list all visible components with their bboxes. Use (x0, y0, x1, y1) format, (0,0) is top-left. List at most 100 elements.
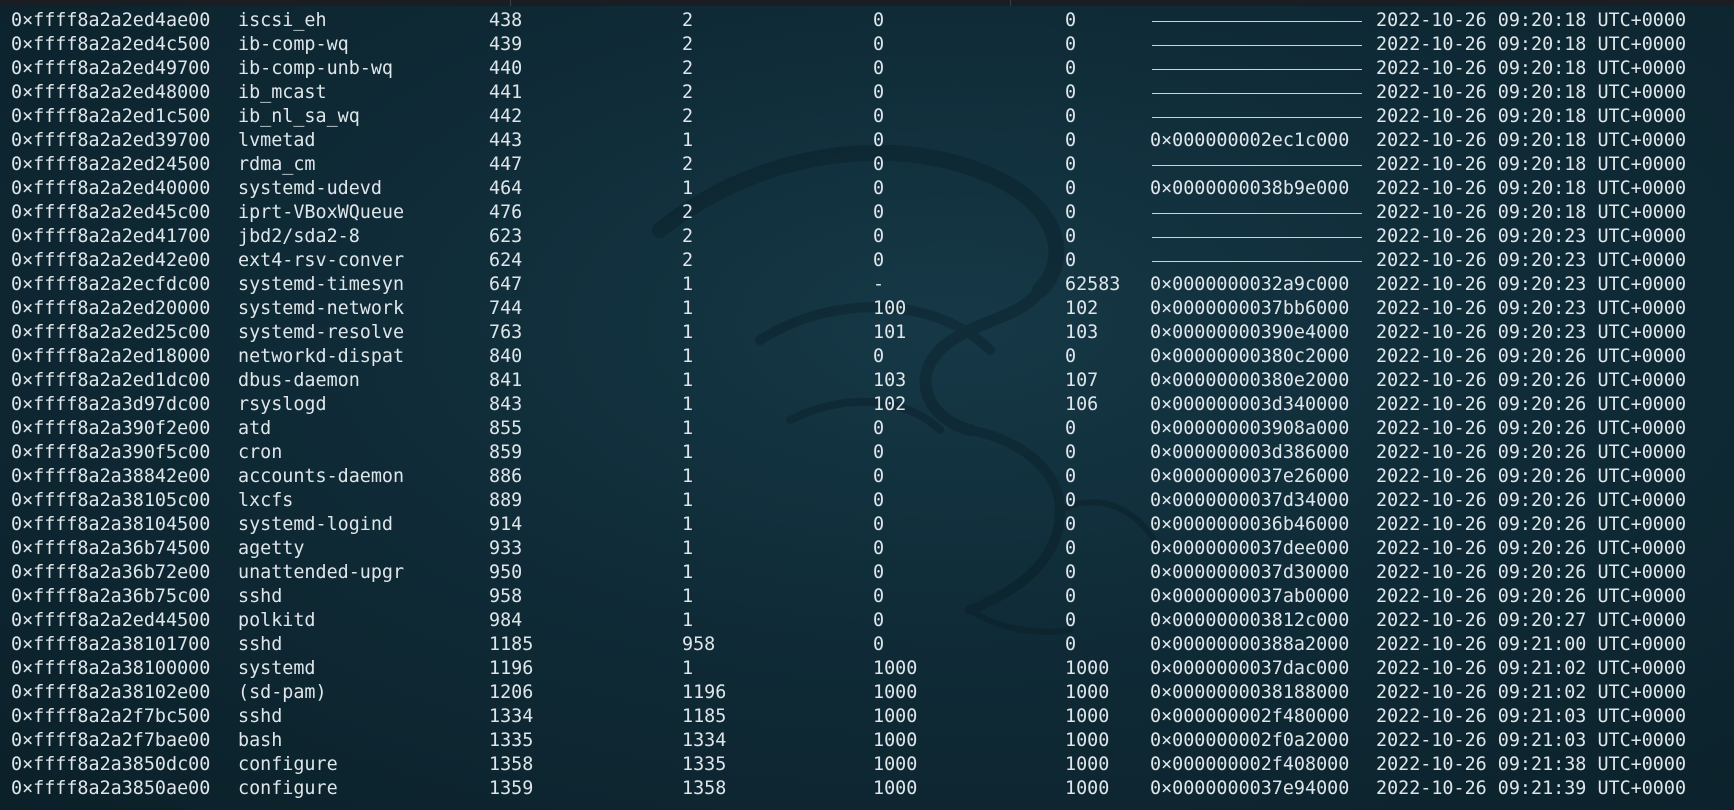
creation-time-cell: 2022-10-26 09:20:26 UTC+0000 (1376, 514, 1687, 535)
ppid-cell: 1 (682, 322, 694, 343)
offset-cell: 0×ffff8a2a2ed24500 (11, 154, 211, 175)
offset-cell: 0×ffff8a2a3d97dc00 (11, 394, 211, 415)
table-row: 0×ffff8a2a2ed25c00 systemd-resolve 763 1 101… (0, 321, 1734, 345)
tab-divider (510, 0, 1011, 6)
pid-cell: 840 (489, 346, 523, 367)
terminal-window[interactable]: 0×ffff8a2a2ed4ae00 iscsi_eh 438 2 0 0 2022-10-… (0, 0, 1734, 810)
table-row: 0×ffff8a2a36b74500 agetty 933 1 0 0 0×00000000… (0, 537, 1734, 561)
table-row: 0×ffff8a2a36b72e00 unattended-upgr 950 1 0 0 0… (0, 561, 1734, 585)
pid-cell: 886 (489, 466, 523, 487)
creation-time-cell: 2022-10-26 09:20:18 UTC+0000 (1376, 58, 1687, 79)
dtb-cell: 0×00000000380e2000 (1150, 370, 1350, 391)
pid-cell: 1196 (489, 658, 534, 679)
table-row: 0×ffff8a2a2ed1dc00 dbus-daemon 841 1 103 107 0… (0, 369, 1734, 393)
table-row: 0×ffff8a2a2f7bc500 sshd 1334 1185 1000 1000 0×… (0, 705, 1734, 729)
pid-cell: 859 (489, 442, 523, 463)
process-name-cell: systemd-network (238, 298, 405, 319)
process-name-cell: iprt-VBoxWQueue (238, 202, 405, 223)
process-name-cell: ext4-rsv-conver (238, 250, 405, 271)
creation-time-cell: 2022-10-26 09:20:26 UTC+0000 (1376, 346, 1687, 367)
ppid-cell: 2 (682, 226, 694, 247)
ppid-cell: 2 (682, 34, 694, 55)
dtb-cell: 0×00000000388a2000 (1150, 634, 1350, 655)
dtb-cell: 0×0000000037e26000 (1150, 466, 1350, 487)
process-name-cell: ib-comp-wq (238, 34, 349, 55)
ppid-cell: 1196 (682, 682, 727, 703)
dtb-cell: 0×000000002f0a2000 (1150, 730, 1350, 751)
uid-cell: - (873, 274, 885, 295)
dtb-cell: 0×000000003812c000 (1150, 610, 1350, 631)
process-name-cell: agetty (238, 538, 305, 559)
ppid-cell: 1 (682, 346, 694, 367)
table-row: 0×ffff8a2a2f7bae00 bash 1335 1334 1000 1000 0×… (0, 729, 1734, 753)
offset-cell: 0×ffff8a2a38104500 (11, 514, 211, 535)
ppid-cell: 1 (682, 178, 694, 199)
uid-cell: 102 (873, 394, 907, 415)
dtb-cell: 0×0000000038b9e000 (1150, 178, 1350, 199)
pid-cell: 914 (489, 514, 523, 535)
empty-dtb-line (1152, 165, 1362, 166)
uid-cell: 101 (873, 322, 907, 343)
pid-cell: 439 (489, 34, 523, 55)
table-row: 0×ffff8a2a3d97dc00 rsyslogd 843 1 102 106 0×00… (0, 393, 1734, 417)
table-row: 0×ffff8a2a2ed48000 ib_mcast 441 2 0 0 2022-10-… (0, 81, 1734, 105)
process-name-cell: systemd-resolve (238, 322, 405, 343)
ppid-cell: 1 (682, 394, 694, 415)
creation-time-cell: 2022-10-26 09:20:23 UTC+0000 (1376, 298, 1687, 319)
offset-cell: 0×ffff8a2a38102e00 (11, 682, 211, 703)
process-name-cell: systemd (238, 658, 316, 679)
pid-cell: 763 (489, 322, 523, 343)
creation-time-cell: 2022-10-26 09:20:23 UTC+0000 (1376, 250, 1687, 271)
process-name-cell: jbd2/sda2-8 (238, 226, 360, 247)
process-name-cell: unattended-upgr (238, 562, 405, 583)
gid-cell: 0 (1065, 538, 1077, 559)
pid-cell: 464 (489, 178, 523, 199)
uid-cell: 1000 (873, 682, 918, 703)
process-name-cell: rdma_cm (238, 154, 316, 175)
empty-dtb-line (1152, 261, 1362, 262)
gid-cell: 0 (1065, 586, 1077, 607)
creation-time-cell: 2022-10-26 09:20:23 UTC+0000 (1376, 226, 1687, 247)
dtb-cell: 0×000000002f480000 (1150, 706, 1350, 727)
gid-cell: 0 (1065, 418, 1077, 439)
creation-time-cell: 2022-10-26 09:21:02 UTC+0000 (1376, 658, 1687, 679)
offset-cell: 0×ffff8a2a2ed18000 (11, 346, 211, 367)
gid-cell: 1000 (1065, 706, 1110, 727)
creation-time-cell: 2022-10-26 09:21:39 UTC+0000 (1376, 778, 1687, 799)
process-name-cell: ib-comp-unb-wq (238, 58, 394, 79)
empty-dtb-line (1152, 21, 1362, 22)
gid-cell: 0 (1065, 178, 1077, 199)
creation-time-cell: 2022-10-26 09:20:18 UTC+0000 (1376, 82, 1687, 103)
ppid-cell: 2 (682, 106, 694, 127)
creation-time-cell: 2022-10-26 09:20:18 UTC+0000 (1376, 34, 1687, 55)
empty-dtb-line (1152, 93, 1362, 94)
pid-cell: 950 (489, 562, 523, 583)
table-row: 0×ffff8a2a38101700 sshd 1185 958 0 0 0×0000000… (0, 633, 1734, 657)
gid-cell: 0 (1065, 442, 1077, 463)
dtb-cell: 0×00000000390e4000 (1150, 322, 1350, 343)
table-row: 0×ffff8a2a2ed1c500 ib_nl_sa_wq 442 2 0 0 2022-… (0, 105, 1734, 129)
dtb-cell: 0×000000003908a000 (1150, 418, 1350, 439)
gid-cell: 0 (1065, 610, 1077, 631)
table-row: 0×ffff8a2a2ed45c00 iprt-VBoxWQueue 476 2 0 0 2… (0, 201, 1734, 225)
creation-time-cell: 2022-10-26 09:20:23 UTC+0000 (1376, 274, 1687, 295)
table-row: 0×ffff8a2a36b75c00 sshd 958 1 0 0 0×0000000037… (0, 585, 1734, 609)
process-name-cell: polkitd (238, 610, 316, 631)
creation-time-cell: 2022-10-26 09:20:23 UTC+0000 (1376, 322, 1687, 343)
ppid-cell: 958 (682, 634, 716, 655)
process-name-cell: (sd-pam) (238, 682, 327, 703)
gid-cell: 0 (1065, 514, 1077, 535)
table-row: 0×ffff8a2a390f5c00 cron 859 1 0 0 0×000000003d… (0, 441, 1734, 465)
pid-cell: 447 (489, 154, 523, 175)
dtb-cell: 0×0000000037ab0000 (1150, 586, 1350, 607)
offset-cell: 0×ffff8a2a2ed4ae00 (11, 10, 211, 31)
gid-cell: 102 (1065, 298, 1099, 319)
pid-cell: 624 (489, 250, 523, 271)
creation-time-cell: 2022-10-26 09:20:26 UTC+0000 (1376, 562, 1687, 583)
gid-cell: 106 (1065, 394, 1099, 415)
ppid-cell: 2 (682, 10, 694, 31)
uid-cell: 0 (873, 442, 885, 463)
offset-cell: 0×ffff8a2a390f2e00 (11, 418, 211, 439)
process-name-cell: ib_nl_sa_wq (238, 106, 360, 127)
offset-cell: 0×ffff8a2a2ed45c00 (11, 202, 211, 223)
